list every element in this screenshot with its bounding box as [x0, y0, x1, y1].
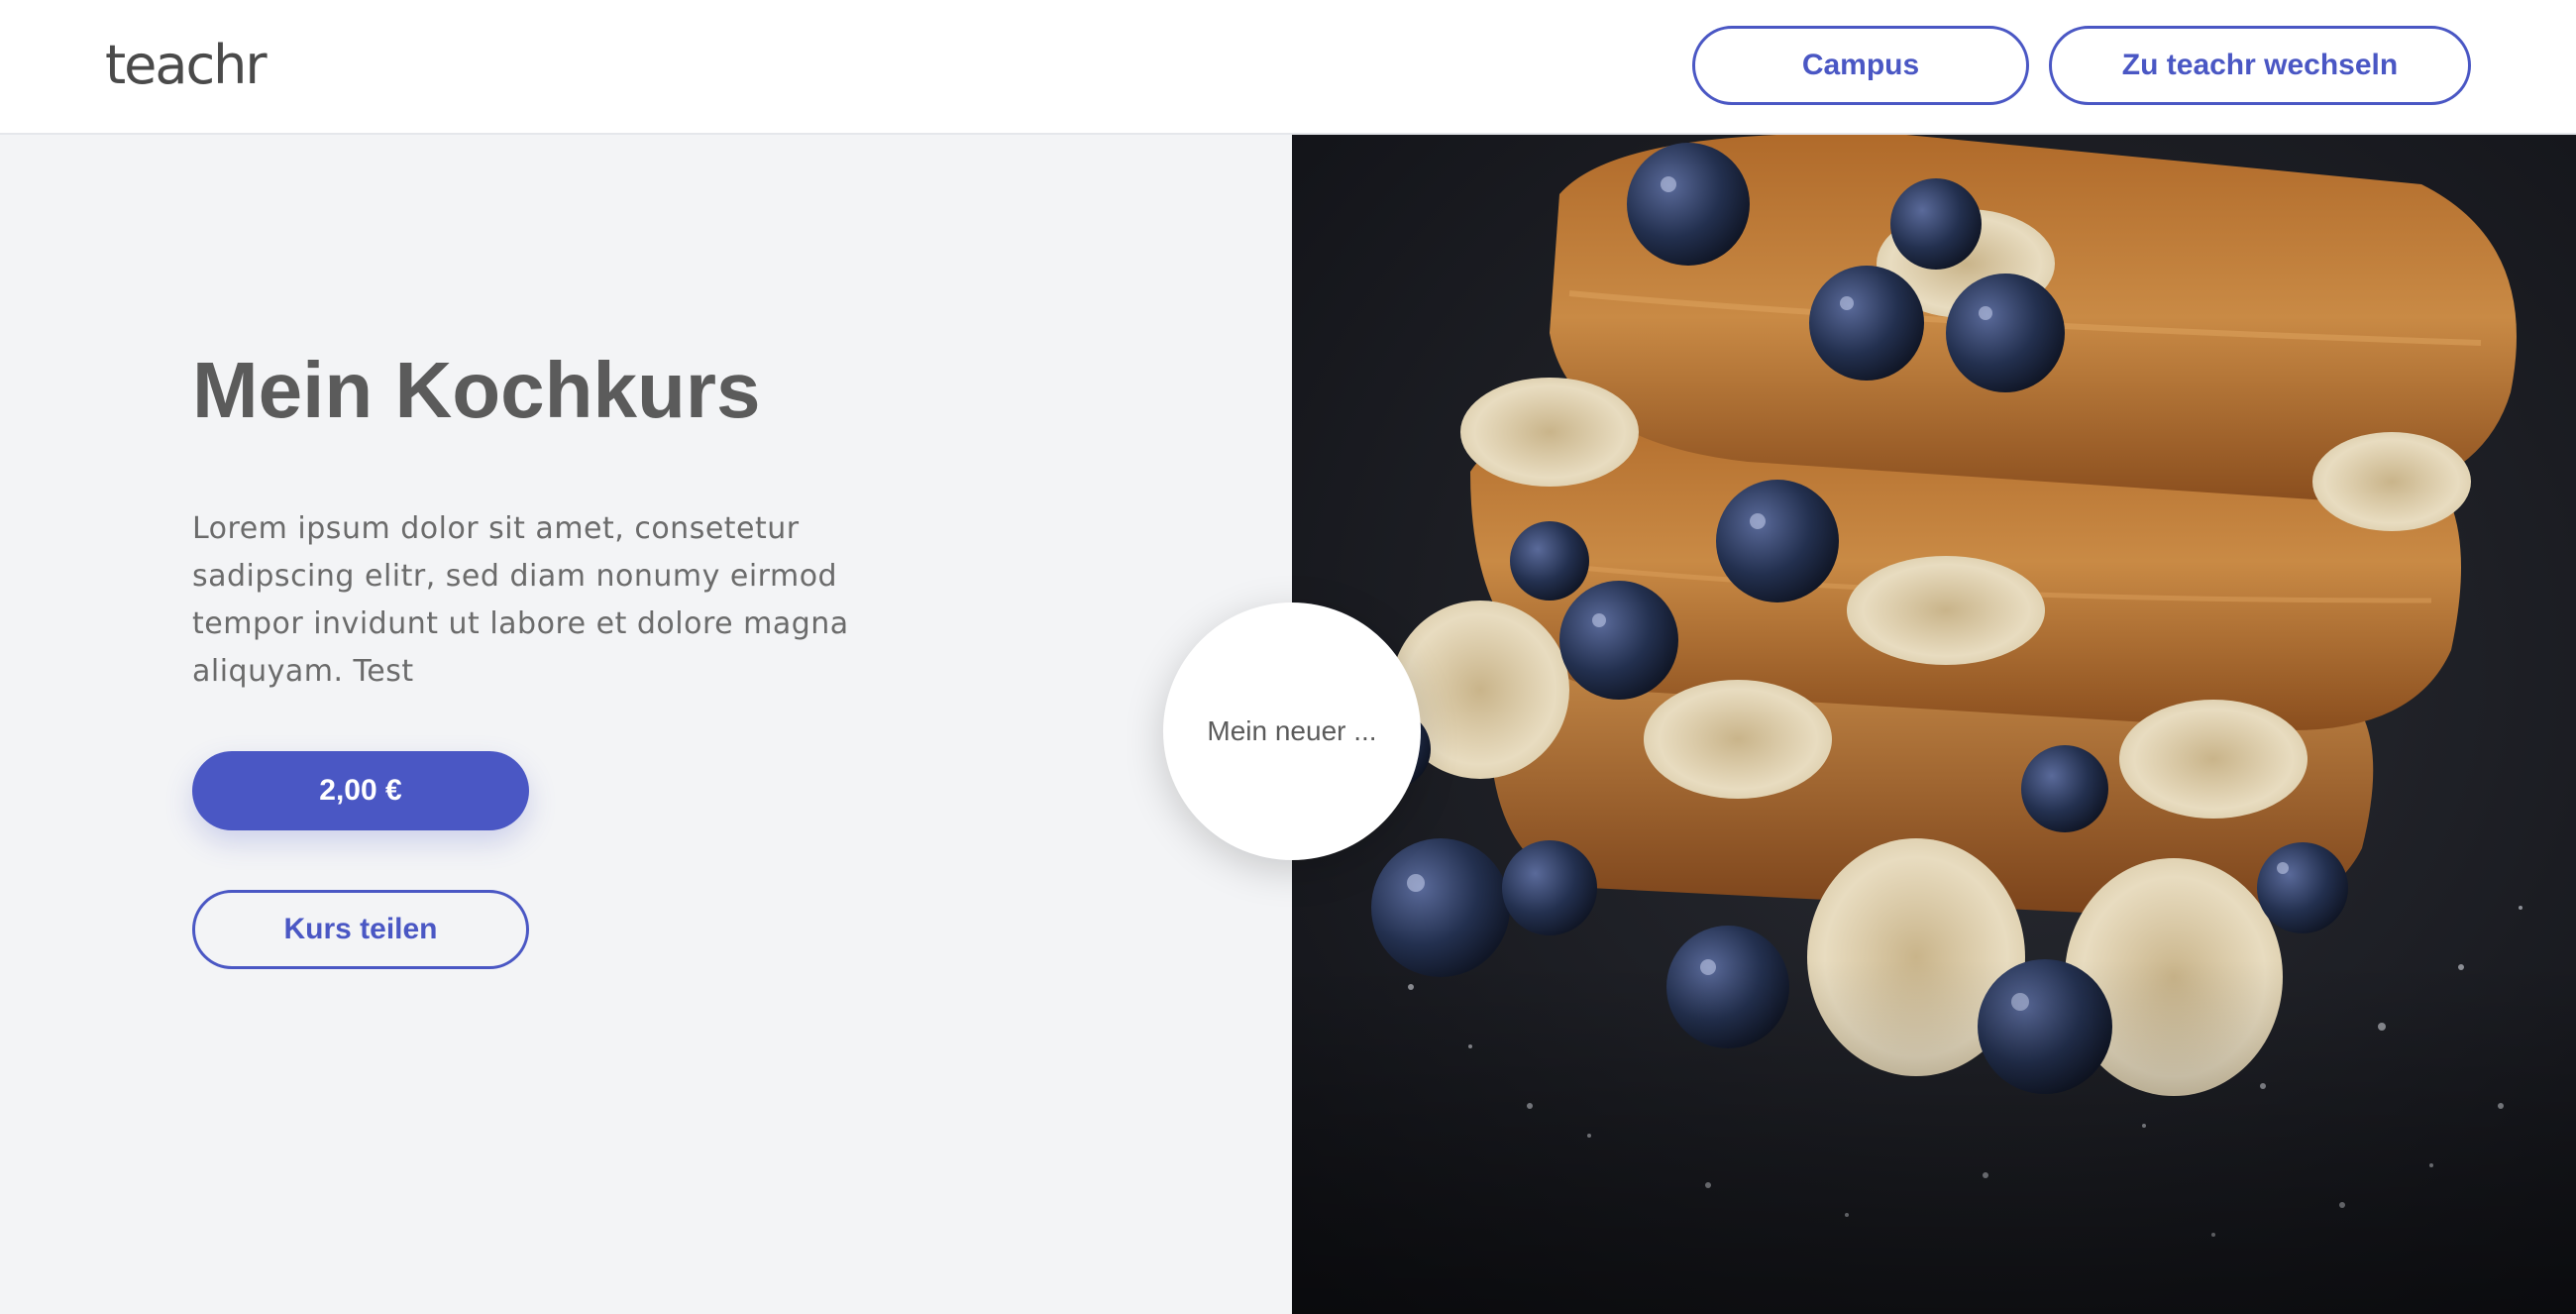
campus-button[interactable]: Campus — [1692, 26, 2029, 105]
course-title: Mein Kochkurs — [192, 346, 761, 434]
teachr-logo[interactable]: teachr — [105, 28, 268, 103]
course-description: Lorem ipsum dolor sit amet, consetetur s… — [192, 511, 849, 689]
switch-to-teachr-button[interactable]: Zu teachr wechseln — [2049, 26, 2471, 105]
course-badge-label: Mein neuer ... — [1207, 715, 1377, 746]
share-course-button[interactable]: Kurs teilen — [192, 890, 529, 969]
course-info-panel: Mein Kochkurs Lorem ipsum dolor sit amet… — [0, 135, 1292, 1314]
top-bar: teachr Campus Zu teachr wechseln — [0, 0, 2576, 135]
course-badge[interactable]: Mein neuer ... — [1163, 602, 1421, 860]
buy-price-button[interactable]: 2,00 € — [192, 751, 529, 830]
french-toast-photo-icon — [1292, 135, 2576, 1314]
hero-image — [1292, 135, 2576, 1314]
